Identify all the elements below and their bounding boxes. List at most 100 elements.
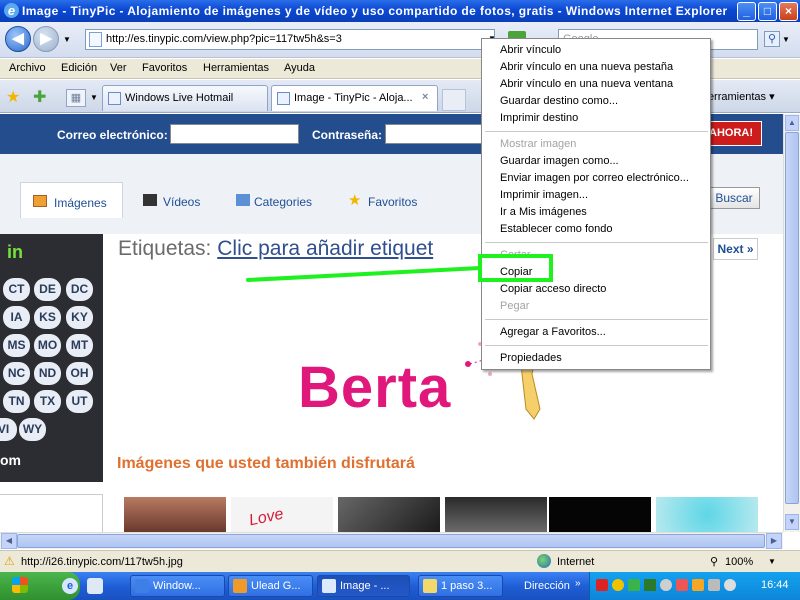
image-berta[interactable]: Berta	[298, 354, 451, 421]
thumbnail[interactable]	[338, 497, 440, 532]
add-favorite-icon[interactable]: ✚	[33, 87, 46, 107]
states-map-ad[interactable]: in CT DE DC IA KS KY MS MO MT NC ND OH T…	[0, 234, 103, 482]
back-button[interactable]: ◀	[5, 26, 31, 52]
tab-imagenes[interactable]: Imágenes	[20, 182, 123, 218]
tray-icon[interactable]	[660, 579, 672, 591]
scroll-right-icon[interactable]: ▶	[766, 533, 782, 549]
tab-tinypic[interactable]: Image - TinyPic - Aloja... ×	[271, 85, 438, 111]
menu-item-open-new-window[interactable]: Abrir vínculo en una nueva ventana	[500, 78, 673, 90]
close-window-button[interactable]: ×	[779, 2, 798, 21]
volume-icon[interactable]	[724, 579, 736, 591]
maximize-button[interactable]: □	[758, 2, 777, 21]
search-options-icon[interactable]: ▼	[782, 35, 790, 44]
zoom-icon[interactable]: ⚲	[710, 555, 718, 568]
tools-menu-button[interactable]: Herramientas ▾	[700, 90, 775, 103]
menu-item-email-image[interactable]: Enviar imagen por correo electrónico...	[500, 172, 689, 184]
favorites-star-icon[interactable]: ★	[6, 87, 20, 107]
zoom-level[interactable]: 100%	[725, 556, 753, 568]
state-badge[interactable]: NC	[3, 362, 30, 385]
thumbnail[interactable]	[445, 497, 547, 532]
network-signal-icon[interactable]	[644, 579, 656, 591]
state-badge[interactable]: OH	[66, 362, 93, 385]
menu-ver[interactable]: Ver	[110, 62, 127, 74]
quick-launch-icon[interactable]	[87, 578, 103, 594]
clock[interactable]: 16:44	[761, 579, 789, 591]
state-badge[interactable]: TN	[3, 390, 30, 413]
horizontal-scroll-thumb[interactable]	[17, 534, 765, 548]
menu-item-open-link[interactable]: Abrir vínculo	[500, 44, 561, 56]
thumbnail[interactable]	[549, 497, 651, 532]
search-icon[interactable]: ⚲	[764, 31, 780, 47]
zoom-dropdown-icon[interactable]: ▼	[768, 557, 776, 566]
quick-tabs-icon[interactable]: ▦	[66, 89, 86, 107]
horizontal-scrollbar[interactable]: ◀ ▶	[0, 532, 783, 549]
recent-pages-dropdown-icon[interactable]: ▼	[63, 35, 71, 44]
menu-item-set-background[interactable]: Establecer como fondo	[500, 223, 613, 235]
state-badge[interactable]: KS	[34, 306, 61, 329]
security-icon[interactable]	[612, 579, 624, 591]
tab-favoritos[interactable]: ★ Favoritos	[346, 182, 417, 218]
menu-item-copy-shortcut[interactable]: Copiar acceso directo	[500, 283, 606, 295]
add-tags-link[interactable]: Clic para añadir etiquet	[217, 237, 433, 260]
state-badge[interactable]: DC	[66, 278, 93, 301]
tray-icon[interactable]	[708, 579, 720, 591]
menu-ayuda[interactable]: Ayuda	[284, 62, 315, 74]
taskbar-item-active[interactable]: Image - ...	[317, 575, 410, 597]
minimize-button[interactable]: _	[737, 2, 756, 21]
menu-item-properties[interactable]: Propiedades	[500, 352, 562, 364]
menu-favoritos[interactable]: Favoritos	[142, 62, 187, 74]
thumbnail[interactable]: Love	[231, 497, 333, 532]
address-input[interactable]: http://es.tinypic.com/view.php?pic=117tw…	[85, 29, 495, 50]
menu-edicion[interactable]: Edición	[61, 62, 97, 74]
vertical-scroll-thumb[interactable]	[785, 132, 799, 504]
menu-item-print-image[interactable]: Imprimir imagen...	[500, 189, 588, 201]
menu-item-print-target[interactable]: Imprimir destino	[500, 112, 578, 124]
menu-archivo[interactable]: Archivo	[9, 62, 46, 74]
tray-icon[interactable]	[676, 579, 688, 591]
taskbar-item[interactable]: 1 paso 3...	[418, 575, 503, 597]
tab-categories[interactable]: Categories	[232, 182, 312, 218]
forward-button[interactable]: ▶	[33, 26, 59, 52]
vertical-scrollbar[interactable]: ▲ ▼	[783, 114, 800, 532]
thumbnail[interactable]	[656, 497, 758, 532]
state-badge[interactable]: TX	[34, 390, 61, 413]
next-button[interactable]: Next »	[713, 238, 758, 260]
tab-hotmail[interactable]: Windows Live Hotmail	[102, 85, 268, 111]
new-tab-button[interactable]	[442, 89, 466, 111]
close-tab-icon[interactable]: ×	[422, 91, 428, 103]
menu-item-add-favorites[interactable]: Agregar a Favoritos...	[500, 326, 606, 338]
tray-icon[interactable]	[692, 579, 704, 591]
state-badge[interactable]: MT	[66, 334, 93, 357]
state-badge[interactable]: KY	[66, 306, 93, 329]
state-badge[interactable]: CT	[3, 278, 30, 301]
password-field[interactable]	[385, 124, 485, 144]
tray-icon[interactable]	[628, 579, 640, 591]
menu-herramientas[interactable]: Herramientas	[203, 62, 269, 74]
menu-item-open-new-tab[interactable]: Abrir vínculo en una nueva pestaña	[500, 61, 673, 73]
state-badge[interactable]: UT	[66, 390, 93, 413]
thumbnail[interactable]	[124, 497, 226, 532]
window-title-bar[interactable]: e Image - TinyPic - Alojamiento de imáge…	[0, 0, 800, 22]
tray-icon[interactable]	[596, 579, 608, 591]
taskbar-item[interactable]: Ulead G...	[228, 575, 313, 597]
menu-item-my-pictures[interactable]: Ir a Mis imágenes	[500, 206, 587, 218]
state-badge[interactable]: ND	[34, 362, 61, 385]
state-badge[interactable]: DE	[34, 278, 61, 301]
state-badge[interactable]: IA	[3, 306, 30, 329]
tab-list-dropdown-icon[interactable]: ▼	[90, 93, 98, 102]
scroll-left-icon[interactable]: ◀	[1, 533, 17, 549]
tab-videos[interactable]: Vídeos	[139, 182, 200, 218]
state-badge[interactable]: MO	[34, 334, 61, 357]
state-badge[interactable]: VI	[0, 418, 17, 441]
expand-toolbar-icon[interactable]: »	[575, 578, 581, 589]
search-button[interactable]: Buscar	[708, 187, 760, 209]
menu-item-save-image[interactable]: Guardar imagen como...	[500, 155, 619, 167]
menu-item-save-target[interactable]: Guardar destino como...	[500, 95, 618, 107]
state-badge[interactable]: WY	[19, 418, 46, 441]
scroll-up-icon[interactable]: ▲	[785, 115, 799, 131]
state-badge[interactable]: MS	[3, 334, 30, 357]
email-field[interactable]	[170, 124, 299, 144]
taskbar-item[interactable]: Window...	[130, 575, 225, 597]
quick-launch-ie-icon[interactable]: e	[62, 578, 78, 594]
scroll-down-icon[interactable]: ▼	[785, 514, 799, 530]
